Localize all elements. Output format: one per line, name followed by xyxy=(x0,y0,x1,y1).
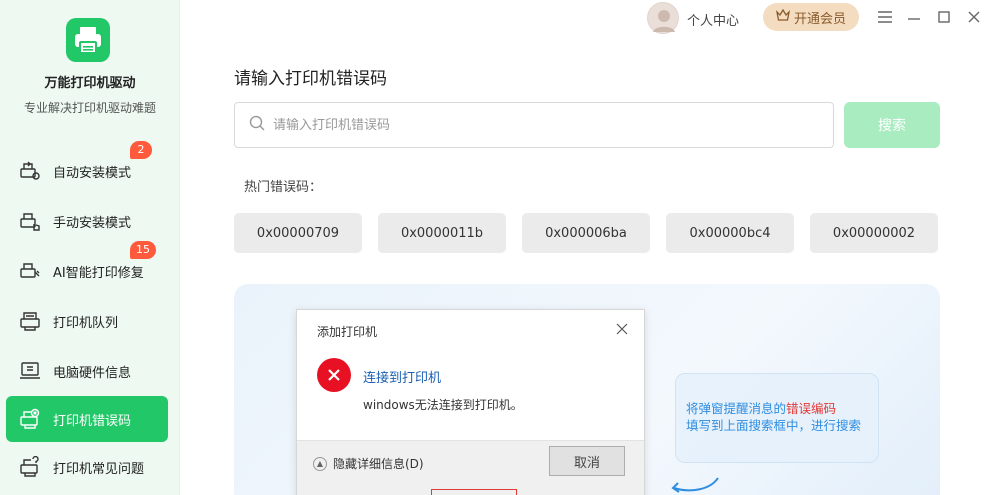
hot-code-chip[interactable]: 0x0000011b xyxy=(378,213,506,253)
vip-label: 开通会员 xyxy=(793,11,846,27)
error-code-highlight-frame xyxy=(431,489,517,495)
chevron-up-icon: ▲ xyxy=(313,456,327,471)
app-window: 万能打印机驱动 专业解决打印机驱动难题 自动安装模式 2 手动安装模式 AI智能… xyxy=(0,0,990,495)
dialog-message: windows无法连接到打印机。 xyxy=(363,398,523,412)
printer-hand-icon xyxy=(18,209,42,233)
hot-code-chip[interactable]: 0x00000bc4 xyxy=(666,213,794,253)
close-icon[interactable] xyxy=(965,8,983,26)
avatar[interactable] xyxy=(647,2,679,34)
sidebar-nav: 自动安装模式 2 手动安装模式 AI智能打印修复 15 打印机队列 电脑硬件信息… xyxy=(0,141,180,492)
curved-arrow-icon xyxy=(670,476,720,495)
sidebar-item-auto-install[interactable]: 自动安装模式 2 xyxy=(0,141,180,196)
printer-gear-icon xyxy=(18,159,42,183)
top-bar: 个人中心 开通会员 xyxy=(180,0,990,34)
count-badge: 2 xyxy=(130,141,152,159)
app-name: 万能打印机驱动 xyxy=(44,76,136,91)
user-center-link[interactable]: 个人中心 xyxy=(687,10,739,29)
page-title: 请输入打印机错误码 xyxy=(234,69,387,89)
sidebar-item-error-codes[interactable]: 打印机错误码 xyxy=(6,396,168,442)
sidebar: 万能打印机驱动 专业解决打印机驱动难题 自动安装模式 2 手动安装模式 AI智能… xyxy=(0,0,180,495)
sidebar-item-label: 打印机错误码 xyxy=(53,413,132,429)
menu-icon[interactable] xyxy=(876,8,894,26)
computer-icon xyxy=(18,359,42,383)
sidebar-item-label: AI智能打印修复 xyxy=(53,265,144,281)
hint-bubble: 将弹窗提醒消息的错误编码 填写到上面搜索框中，进行搜索 xyxy=(675,373,879,463)
search-box xyxy=(234,102,834,148)
hint-prefix: 将弹窗提醒消息的 xyxy=(686,401,787,416)
details-toggle: ▲ 隐藏详细信息(D) xyxy=(313,455,424,472)
dialog-cancel-button: 取消 xyxy=(549,446,625,476)
printer-error-icon xyxy=(18,407,42,431)
hot-code-chip[interactable]: 0x00000709 xyxy=(234,213,362,253)
sidebar-item-label: 手动安装模式 xyxy=(53,215,132,231)
sidebar-item-ai-repair[interactable]: AI智能打印修复 15 xyxy=(0,241,180,296)
hot-codes-list: 0x00000709 0x0000011b 0x000006ba 0x00000… xyxy=(234,213,938,253)
hint-line2: 填写到上面搜索框中，进行搜索 xyxy=(686,418,862,433)
sidebar-item-label: 电脑硬件信息 xyxy=(53,365,132,381)
details-toggle-label: 隐藏详细信息(D) xyxy=(333,457,424,471)
sidebar-item-manual-install[interactable]: 手动安装模式 xyxy=(0,196,180,246)
dialog-heading: 连接到打印机 xyxy=(363,371,442,386)
sidebar-item-hardware-info[interactable]: 电脑硬件信息 xyxy=(0,346,180,396)
hot-code-chip[interactable]: 0x000006ba xyxy=(522,213,650,253)
app-subtitle: 专业解决打印机驱动难题 xyxy=(23,101,156,115)
sidebar-item-faq[interactable]: 打印机常见问题 xyxy=(0,442,180,492)
dialog-title: 添加打印机 xyxy=(317,325,378,339)
example-dialog: 添加打印机 连接到打印机 windows无法连接到打印机。 ▲ 隐藏详细信息(D… xyxy=(296,309,645,495)
search-button[interactable]: 搜索 xyxy=(844,102,940,148)
dialog-close-icon xyxy=(613,320,631,338)
dialog-footer: ▲ 隐藏详细信息(D) 取消 xyxy=(297,440,644,495)
sidebar-item-label: 打印机常见问题 xyxy=(53,461,145,477)
printer-logo-icon xyxy=(66,18,110,62)
maximize-icon[interactable] xyxy=(935,8,953,26)
vip-button[interactable]: 开通会员 xyxy=(763,3,859,31)
hot-codes-label: 热门错误码： xyxy=(244,180,323,195)
hot-code-chip[interactable]: 0x00000002 xyxy=(810,213,938,253)
printer-repair-icon xyxy=(18,259,42,283)
sidebar-item-printer-queue[interactable]: 打印机队列 xyxy=(0,296,180,346)
crown-icon xyxy=(775,8,791,25)
sidebar-item-label: 自动安装模式 xyxy=(53,165,132,181)
printer-queue-icon xyxy=(18,309,42,333)
search-icon xyxy=(249,115,265,135)
search-input[interactable] xyxy=(273,117,813,133)
count-badge: 15 xyxy=(130,241,156,259)
error-icon xyxy=(317,358,351,392)
minimize-icon[interactable] xyxy=(905,8,923,26)
hint-highlight: 错误编码 xyxy=(786,401,837,416)
sidebar-item-label: 打印机队列 xyxy=(53,315,119,331)
printer-question-icon xyxy=(18,455,42,479)
